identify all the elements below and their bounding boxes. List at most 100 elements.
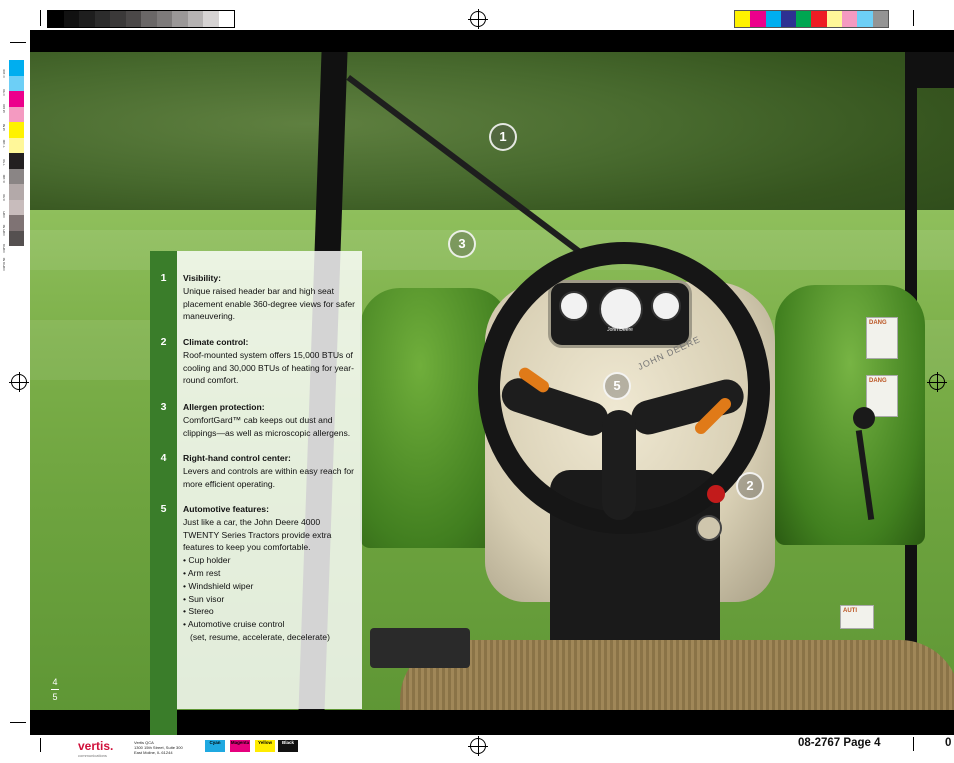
callout-3: 3: [448, 230, 476, 258]
registration-mark: [9, 372, 29, 392]
crop-mark: [913, 10, 914, 26]
warning-label: DANG: [866, 317, 898, 359]
side-color-code: C 100: [2, 69, 6, 78]
side-color-step: [9, 106, 24, 122]
list-item: • Sun visor: [183, 593, 225, 604]
side-color-code: CMY: [2, 210, 6, 218]
feature-automotive: Automotive features: Just like a car, th…: [183, 503, 355, 644]
page-number-bottom: 5: [52, 692, 58, 702]
switch-panel: [370, 628, 470, 668]
registration-mark: [468, 9, 488, 29]
crop-mark: [40, 10, 41, 26]
feature-number: 3: [160, 401, 167, 413]
vertis-logo-sub: communications: [78, 753, 107, 758]
ignition-button: [707, 485, 725, 503]
feature-title: Automotive features:: [183, 504, 269, 514]
list-item: • Windshield wiper: [183, 580, 254, 591]
address-line: East Moline, IL 61244: [134, 750, 173, 755]
side-color-step: [9, 168, 24, 184]
vertis-logo: vertis. communications: [78, 739, 113, 758]
list-item: • Cup holder: [183, 555, 231, 566]
feature-title: Climate control:: [183, 337, 249, 347]
lever-knob: [853, 407, 875, 429]
page-numbers: 4 5: [50, 677, 60, 702]
gray-step: [110, 11, 126, 27]
green-fender-right: [775, 285, 925, 545]
list-item: • Arm rest: [183, 567, 221, 578]
color-step: [765, 11, 781, 27]
feature-number: 5: [160, 503, 167, 515]
wheel-spoke: [602, 410, 636, 520]
side-color-code: CMYK 50: [2, 257, 6, 270]
grayscale-color-bar: [47, 10, 235, 28]
color-step: [750, 11, 766, 27]
feature-number: 1: [160, 272, 167, 284]
feature-body: Roof-mounted system offers 15,000 BTUs o…: [183, 349, 355, 386]
gray-step: [125, 11, 141, 27]
gray-step: [218, 11, 234, 27]
color-step: [872, 11, 888, 27]
gray-step: [156, 11, 172, 27]
gray-step: [141, 11, 157, 27]
feature-right-hand-control: Right-hand control center: Levers and co…: [183, 452, 355, 490]
side-color-step: [9, 60, 24, 76]
feature-title: Visibility:: [183, 273, 222, 283]
warning-label: AUTI: [840, 605, 874, 629]
swatch-magenta: Magenta: [230, 740, 250, 752]
job-tag: 08-2767 Page 4: [798, 737, 881, 749]
callout-5: 5: [603, 372, 631, 400]
gray-step: [48, 11, 64, 27]
callout-1: 1: [489, 123, 517, 151]
side-color-code: M 100: [2, 104, 6, 113]
page-number-divider: [51, 689, 59, 690]
feature-title: Right-hand control center:: [183, 453, 291, 463]
side-color-step: [9, 122, 24, 138]
vertis-logo-text: vertis.: [78, 739, 114, 753]
side-color-code: K 100: [2, 174, 6, 183]
registration-mark: [927, 372, 947, 392]
ignition-key: [696, 515, 722, 541]
color-step: [780, 11, 797, 27]
side-color-codes: C 100 C 50 M 100 M 50 Y 100 Y 50 K 100 K 50 CMY C…: [2, 60, 9, 270]
side-color-code: M 50: [2, 123, 6, 130]
cab-frame: [914, 52, 954, 88]
side-color-step: [9, 184, 24, 200]
features-number-column: [150, 251, 177, 735]
gray-step: [187, 11, 203, 27]
feature-allergen-protection: Allergen protection: ComfortGard™ cab ke…: [183, 401, 355, 439]
list-item: (set, resume, accelerate, decelerate): [190, 631, 330, 642]
feature-visibility: Visibility: Unique raised header bar and…: [183, 272, 355, 323]
crop-mark: [10, 722, 26, 723]
crop-mark: [10, 42, 26, 43]
side-color-code: CMYK: [2, 243, 6, 253]
side-color-code: Y 50: [2, 158, 6, 165]
feature-climate-control: Climate control: Roof-mounted system off…: [183, 336, 355, 387]
side-color-step: [9, 153, 24, 169]
color-step: [811, 11, 827, 27]
registration-mark: [468, 736, 488, 756]
page-number-top: 4: [52, 677, 58, 687]
feature-number: 2: [160, 336, 167, 348]
side-color-step: [9, 137, 24, 153]
printer-address: Vertis QCA 1300 15th Street, Suite 300 E…: [134, 740, 183, 755]
feature-body: Just like a car, the John Deere 4000 TWE…: [183, 516, 332, 553]
feature-number: 4: [160, 452, 167, 464]
header-bar: [30, 30, 954, 52]
list-item: • Stereo: [183, 606, 214, 617]
automotive-feature-list: • Cup holder • Arm rest • Windshield wip…: [183, 554, 355, 644]
swatch-cyan: Cyan: [205, 740, 225, 752]
gray-step: [203, 11, 219, 27]
feature-body: Unique raised header bar and high seat p…: [183, 285, 355, 322]
edge-character: 0: [945, 737, 952, 749]
gray-step: [79, 11, 95, 27]
swatch-black: Black: [278, 740, 298, 752]
list-item: • Automotive cruise control: [183, 619, 285, 630]
side-color-code: CMY 50: [2, 224, 6, 235]
crop-mark: [913, 737, 914, 751]
side-color-step: [9, 91, 24, 107]
process-color-bar: [734, 10, 889, 28]
gray-step: [63, 11, 79, 27]
gray-step: [94, 11, 110, 27]
callout-2: 2: [736, 472, 764, 500]
gray-step: [172, 11, 188, 27]
